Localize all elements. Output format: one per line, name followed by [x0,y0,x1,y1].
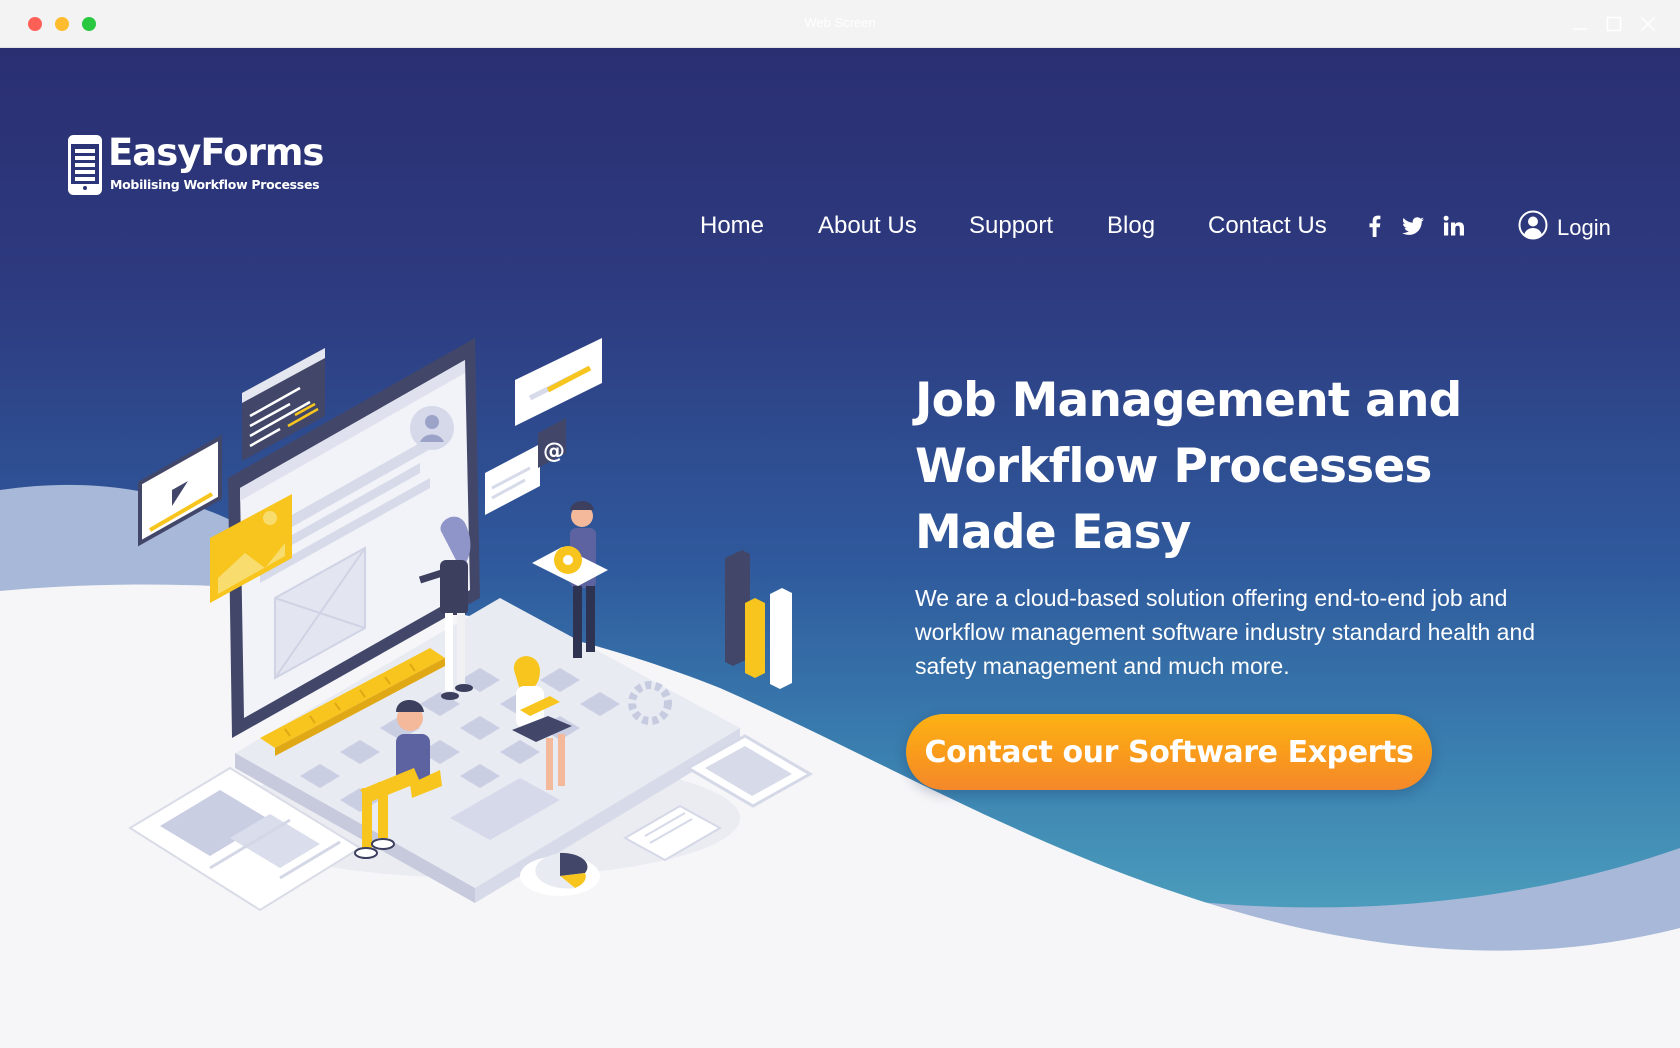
user-icon [1518,210,1548,240]
phone-icon [68,135,102,195]
bar-chart-icon [725,550,792,689]
window-title: Web Screen [804,15,876,30]
facebook-icon[interactable] [1362,213,1388,239]
nav-item-blog[interactable]: Blog [1107,212,1155,240]
isometric-workflow-illustration: @ [128,338,814,912]
nav-item-contact-us[interactable]: Contact Us [1208,212,1327,240]
contact-experts-button[interactable]: Contact our Software Experts [906,714,1432,790]
nav-item-about-us[interactable]: About Us [818,212,917,240]
svg-text:@: @ [543,439,565,464]
hero-title-line: Made Easy [915,505,1191,560]
nav-item-home[interactable]: Home [700,212,764,240]
hero-title: Job Management and Workflow Processes Ma… [915,368,1555,566]
linkedin-icon[interactable] [1441,213,1467,239]
brand-logo[interactable]: EasyForms Mobilising Workflow Processes [68,131,324,199]
email-window: @ [485,418,566,515]
brand-name: EasyForms [108,131,324,174]
window-titlebar: Web Screen [0,0,1680,48]
brand-tagline: Mobilising Workflow Processes [110,177,320,192]
hero-title-line: Job Management and [915,373,1462,428]
minimize-icon[interactable] [1570,14,1590,34]
progress-window [515,338,602,426]
hero-section: EasyForms Mobilising Workflow Processes … [0,48,1680,1048]
login-label: Login [1557,215,1611,240]
browser-window: Web Screen EasyForms Mobilising Workflow… [0,0,1680,1048]
maximize-icon[interactable] [1604,14,1624,34]
hero-title-line: Workflow Processes [915,439,1432,494]
twitter-icon[interactable] [1400,213,1426,239]
nav-item-support[interactable]: Support [969,212,1053,240]
hero-description: We are a cloud-based solution offering e… [915,585,1536,679]
close-icon[interactable] [1638,14,1658,34]
video-window [138,434,222,547]
